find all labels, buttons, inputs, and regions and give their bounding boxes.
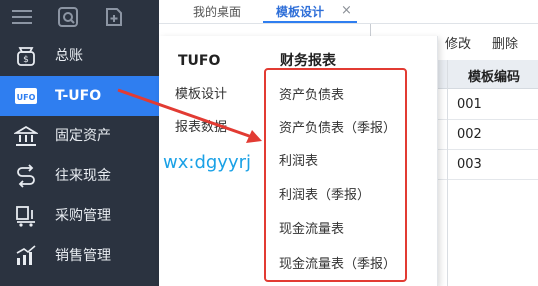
svg-text:UFO: UFO [17,93,36,102]
menu-item-report-data[interactable]: 报表数据 [175,120,227,136]
sidebar-item-label: 采购管理 [55,208,111,224]
search-doc-icon[interactable] [58,7,78,27]
ledger-bag-icon: $ [14,44,38,68]
active-tab-indicator [263,21,357,23]
grid-column-divider [447,60,448,286]
app-window: $ 总账 UFO T-UFO 固定资产 往来现金 采购管理 销售管理 我的桌面 … [0,0,538,286]
table-row[interactable]: 002 [437,120,538,150]
table-row[interactable]: 003 [437,150,538,180]
menu-item-template-design[interactable]: 模板设计 [175,87,227,103]
sidebar-item-label: T-UFO [55,88,102,104]
watermark-text: wx:dgyyrj [163,152,251,173]
menu-icon[interactable] [12,8,32,26]
sidebar-item-label: 销售管理 [55,248,111,264]
exchange-arrows-icon [14,164,38,188]
sidebar: $ 总账 UFO T-UFO 固定资产 往来现金 采购管理 销售管理 [0,0,159,286]
sidebar-item-purchasing[interactable]: 采购管理 [0,196,159,236]
column-header-template-code[interactable]: 模板编码 [468,66,520,85]
sales-chart-icon [14,244,38,268]
annotation-highlight-box [264,68,407,282]
svg-text:$: $ [23,55,29,65]
sidebar-item-label: 总账 [55,48,83,64]
sidebar-item-t-ufo[interactable]: UFO T-UFO [0,76,159,116]
close-icon[interactable]: × [341,3,352,19]
ufo-report-icon: UFO [14,84,38,108]
sidebar-item-sales[interactable]: 销售管理 [0,236,159,276]
sidebar-item-fixed-assets[interactable]: 固定资产 [0,116,159,156]
sidebar-toolbar [0,0,159,34]
sidebar-item-receivables-cash[interactable]: 往来现金 [0,156,159,196]
delete-button[interactable]: 删除 [492,37,518,53]
tab-my-desktop[interactable]: 我的桌面 [193,5,241,19]
grid-header: 模板编码 [437,60,538,89]
bank-building-icon [12,124,40,148]
template-code-cell: 001 [457,97,482,112]
sidebar-item-general-ledger[interactable]: $ 总账 [0,36,159,76]
sidebar-item-label: 固定资产 [55,128,111,144]
add-doc-icon[interactable] [104,7,124,27]
table-row[interactable]: 001 [437,90,538,120]
menu-column-title-tufo: TUFO [178,53,221,69]
sidebar-item-label: 往来现金 [55,168,111,184]
tab-template-design[interactable]: 模板设计 [276,5,324,19]
template-code-cell: 003 [457,157,482,172]
template-code-cell: 002 [457,127,482,142]
modify-button[interactable]: 修改 [445,37,471,53]
purchase-cart-icon [14,204,38,228]
